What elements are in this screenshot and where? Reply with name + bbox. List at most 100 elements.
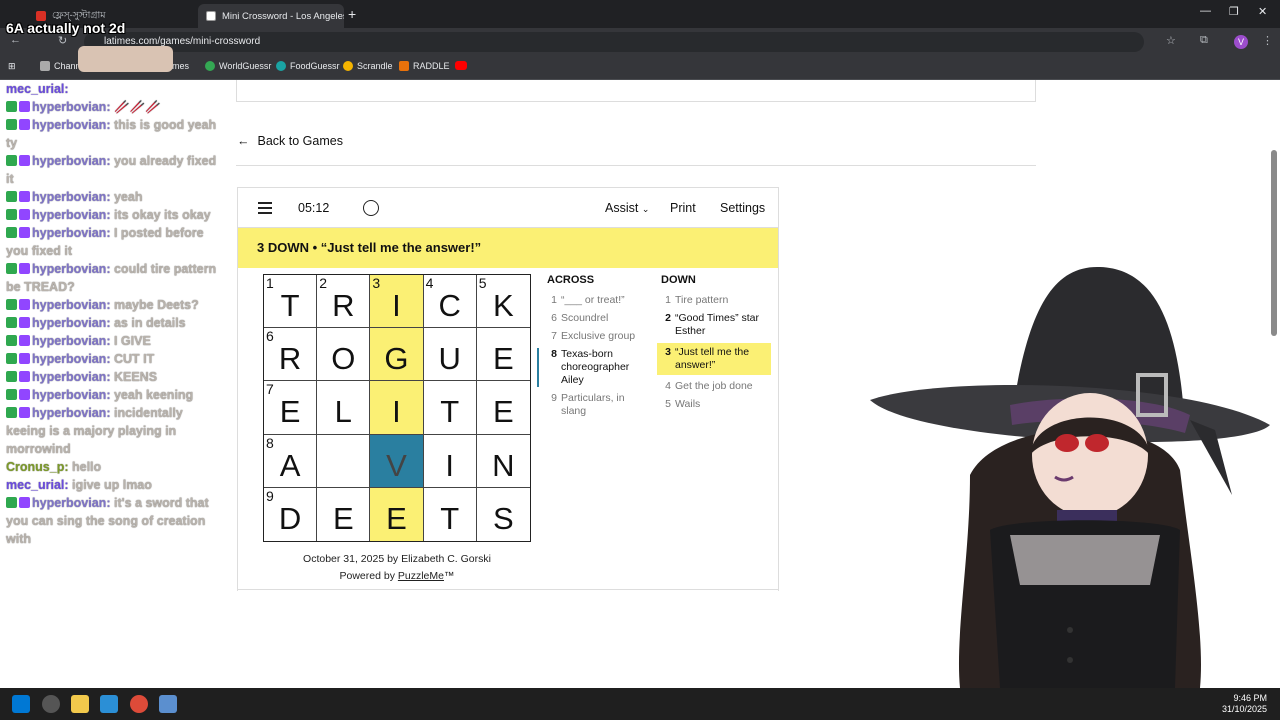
across-clue[interactable]: 9 Particulars, in slang — [547, 392, 647, 418]
menu-icon[interactable]: ⋮ — [1262, 34, 1273, 47]
chat-username: hyperbovian: — [32, 226, 111, 240]
across-clue[interactable]: 8 Texas-born choreographer Ailey — [537, 348, 647, 387]
chat-username: mec_urial: — [6, 82, 69, 96]
cell-letter: E — [386, 500, 407, 536]
grid-cell[interactable]: I — [423, 434, 477, 488]
bookmark-worldguessr[interactable]: WorldGuessr — [205, 61, 271, 71]
grid-cell[interactable]: 4C — [423, 275, 477, 329]
windows-start-icon[interactable] — [12, 695, 30, 713]
bookmark-raddle[interactable]: RADDLE — [399, 61, 450, 71]
obs-icon[interactable] — [42, 695, 60, 713]
chat-message: hyperbovian: its okay its okay — [0, 206, 228, 224]
chat-message: hyperbovian: maybe Deets? — [0, 296, 228, 314]
back-to-games-link[interactable]: ← Back to Games — [237, 134, 343, 148]
clue-number: 4 — [665, 380, 671, 392]
puzzleme-link[interactable]: PuzzleMe — [398, 570, 444, 582]
clue-text: “Just tell me the answer!” — [675, 346, 750, 371]
url-field[interactable]: latimes.com/games/mini-crossword — [84, 32, 1144, 52]
grid-cell[interactable]: G — [370, 328, 424, 382]
assist-dropdown[interactable]: Assist ⌄ — [605, 201, 649, 215]
grid-cell[interactable] — [317, 434, 371, 488]
grid-cell[interactable]: V — [370, 434, 424, 488]
clock[interactable]: 9:46 PM 31/10/2025 — [1222, 693, 1267, 715]
grid-cell[interactable]: 3I — [370, 275, 424, 329]
tab-title: Mini Crossword - Los Angeles T — [222, 10, 344, 22]
grid-cell[interactable]: 5K — [476, 275, 530, 329]
clue-number: 2 — [665, 312, 671, 324]
grid-cell[interactable]: E — [476, 381, 530, 435]
chat-message: hyperbovian: yeah keening — [0, 386, 228, 404]
chat-text: yeah keening — [113, 388, 194, 402]
star-icon[interactable]: ☆ — [1166, 34, 1176, 47]
across-clue[interactable]: 1 “___ or treat!” — [547, 294, 647, 307]
grid-cell[interactable]: 8A — [264, 434, 318, 488]
cell-letter: I — [392, 394, 401, 430]
cell-letter: T — [440, 500, 460, 536]
bookmark-scrandle[interactable]: Scrandle — [343, 61, 393, 71]
sub-badge-icon — [19, 371, 30, 382]
grid-cell[interactable]: 2R — [317, 275, 371, 329]
tab-active[interactable]: Mini Crossword - Los Angeles T ✕ — [198, 4, 344, 28]
grid-cell[interactable]: 6R — [264, 328, 318, 382]
cell-letter: U — [438, 341, 461, 377]
grid-cell[interactable]: E — [317, 487, 371, 541]
print-button[interactable]: Print — [670, 201, 696, 215]
user-add-icon[interactable] — [363, 200, 379, 216]
grid-cell[interactable]: T — [423, 487, 477, 541]
restore-icon[interactable]: ❐ — [1229, 5, 1239, 18]
chat-message: hyperbovian: it's a sword that you can s… — [0, 494, 228, 548]
vtube-studio-icon[interactable] — [159, 695, 177, 713]
file-explorer-icon[interactable] — [71, 695, 89, 713]
chrome-icon[interactable] — [130, 695, 148, 713]
grid-cell[interactable]: E — [476, 328, 530, 382]
grid-cell[interactable]: I — [370, 381, 424, 435]
sub-badge-icon — [19, 155, 30, 166]
sub-badge-icon — [19, 191, 30, 202]
down-heading: DOWN — [661, 274, 696, 286]
grid-cell[interactable]: T — [423, 381, 477, 435]
grid-cell[interactable]: E — [370, 487, 424, 541]
down-clue[interactable]: 3 “Just tell me the answer!” — [657, 343, 771, 375]
grid-cell[interactable]: 1T — [264, 275, 318, 329]
taskbar: 9:46 PM 31/10/2025 — [0, 688, 1280, 720]
photos-icon[interactable] — [100, 695, 118, 713]
settings-button[interactable]: Settings — [720, 201, 765, 215]
grid-cell[interactable]: S — [476, 487, 530, 541]
mod-badge-icon — [6, 119, 17, 130]
grid-cell[interactable]: L — [317, 381, 371, 435]
new-tab-icon[interactable]: + — [348, 6, 356, 22]
across-clue[interactable]: 7 Exclusive group — [547, 330, 647, 343]
down-clue[interactable]: 2 “Good Times” star Esther — [661, 312, 771, 338]
mod-badge-icon — [6, 389, 17, 400]
extensions-icon[interactable]: ⧉ — [1200, 34, 1208, 47]
apps-icon[interactable]: ⊞ — [8, 61, 16, 72]
profile-avatar[interactable]: V — [1234, 35, 1248, 49]
sub-badge-icon — [19, 497, 30, 508]
grid-cell[interactable]: U — [423, 328, 477, 382]
down-clue[interactable]: 5 Wails — [661, 398, 771, 411]
grid-cell[interactable]: N — [476, 434, 530, 488]
across-clue[interactable]: 6 Scoundrel — [547, 312, 647, 325]
cell-letter: K — [493, 288, 514, 323]
cell-letter: E — [493, 341, 514, 377]
chevron-down-icon: ⌄ — [641, 204, 650, 214]
down-clue[interactable]: 1 Tire pattern — [661, 294, 771, 307]
chat-username: hyperbovian: — [32, 370, 111, 384]
grid-cell[interactable]: O — [317, 328, 371, 382]
chat-message: hyperbovian: this is good yeah ty — [0, 116, 228, 152]
chat-message: hyperbovian: as in details — [0, 314, 228, 332]
close-window-icon[interactable]: ✕ — [1258, 5, 1267, 18]
hamburger-menu-icon[interactable] — [258, 202, 272, 214]
grid-cell[interactable]: 9D — [264, 487, 318, 541]
minimize-icon[interactable]: — — [1200, 5, 1211, 17]
clue-number: 6 — [551, 312, 557, 324]
cell-letter: N — [492, 447, 515, 483]
sub-badge-icon — [19, 209, 30, 220]
down-clue[interactable]: 4 Get the job done — [661, 380, 771, 393]
bookmark-foodguessr[interactable]: FoodGuessr — [276, 61, 340, 71]
grid-cell[interactable]: 7E — [264, 381, 318, 435]
chat-username: hyperbovian: — [32, 496, 111, 510]
youtube-icon[interactable] — [455, 61, 467, 70]
chat-message: hyperbovian: 🥢🥢🥢 — [0, 98, 228, 116]
cell-letter: I — [445, 447, 454, 483]
